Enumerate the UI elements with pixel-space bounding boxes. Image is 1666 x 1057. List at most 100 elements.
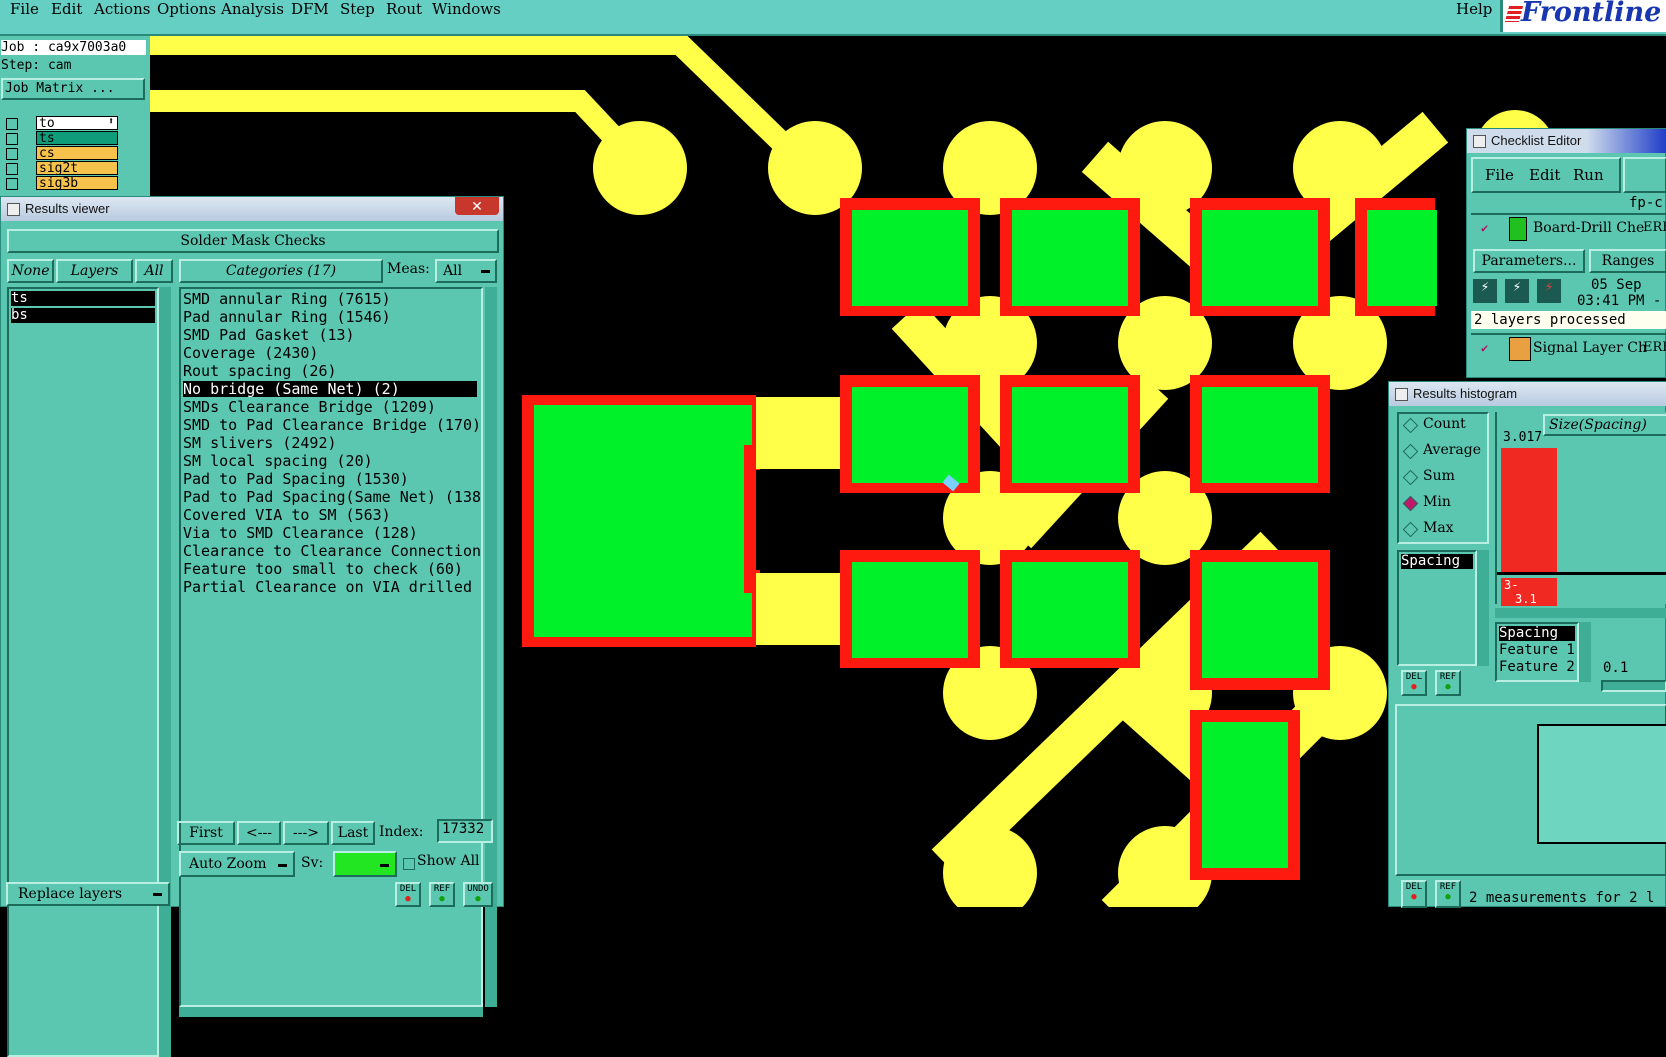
radio-min[interactable]	[1402, 495, 1419, 512]
ref-button[interactable]: REF ●	[1435, 670, 1461, 696]
auto-zoom-select[interactable]: Auto Zoom	[179, 851, 295, 877]
feature-item-1[interactable]: Feature 1	[1499, 643, 1575, 658]
layer-checkbox[interactable]	[6, 178, 18, 190]
feature-item-2[interactable]: Feature 2	[1499, 660, 1575, 675]
radio-count[interactable]	[1402, 417, 1419, 434]
layer-item[interactable]: to	[36, 116, 118, 131]
radio-sum[interactable]	[1402, 469, 1419, 486]
run-icon[interactable]: ⚡	[1473, 279, 1497, 303]
checkmark-icon[interactable]: ✔	[1481, 221, 1488, 235]
prev-button[interactable]: <---	[237, 821, 281, 845]
layer-item[interactable]: sig3b	[36, 176, 118, 191]
layer-results-list[interactable]: ts bs	[7, 287, 159, 1057]
category-item[interactable]: Pad to Pad Spacing(Same Net) (138	[183, 489, 481, 505]
categories-hscroll[interactable]	[179, 1007, 483, 1017]
brand-logo: Frontline	[1500, 0, 1666, 32]
layer-item[interactable]: ts	[36, 131, 118, 146]
layer-checkbox[interactable]	[6, 148, 18, 160]
checklist-menu-file[interactable]: File	[1485, 166, 1514, 184]
menu-windows[interactable]: Windows	[432, 0, 501, 18]
histogram-titlebar[interactable]: Results histogram	[1389, 382, 1666, 406]
checklist-item-2[interactable]: ✔ Signal Layer Ch ERF	[1471, 333, 1666, 365]
menu-help[interactable]: Help	[1456, 0, 1492, 18]
layers-button[interactable]: Layers	[56, 259, 133, 283]
category-item[interactable]: Pad to Pad Spacing (1530)	[183, 471, 409, 487]
menu-step[interactable]: Step	[340, 0, 375, 18]
histogram-chart[interactable]: Size(Spacing) 3.017 3- 3.1	[1495, 412, 1666, 606]
checklist-item-1[interactable]: ✔ Board-Drill Che ERF	[1471, 213, 1666, 245]
checklist-editor-titlebar[interactable]: Checklist Editor	[1467, 129, 1666, 153]
run-icon[interactable]: ⚡	[1537, 279, 1561, 303]
layer-item[interactable]: sig2t	[36, 161, 118, 176]
del-button[interactable]: DEL ●	[395, 882, 421, 907]
categories-button[interactable]: Categories (17)	[179, 259, 383, 283]
layer-item[interactable]: cs	[36, 146, 118, 161]
histogram-bar[interactable]	[1501, 448, 1557, 574]
category-item[interactable]: No bridge (Same Net) (2)	[183, 381, 477, 397]
del-button[interactable]: DEL ●	[1401, 670, 1427, 696]
ref-button[interactable]: REF ●	[1435, 880, 1461, 908]
index-input[interactable]: 17332	[437, 819, 493, 843]
menu-file[interactable]: File	[10, 0, 39, 18]
category-item[interactable]: Coverage (2430)	[183, 345, 318, 361]
category-item[interactable]: Rout spacing (26)	[183, 363, 337, 379]
ranges-button[interactable]: Ranges	[1589, 249, 1666, 273]
parameters-button[interactable]: Parameters...	[1473, 249, 1585, 273]
meas-select[interactable]: All	[435, 259, 497, 283]
step-slider[interactable]	[1601, 680, 1666, 692]
category-item[interactable]: SMD annular Ring (7615)	[183, 291, 391, 307]
left-scrollbar[interactable]	[159, 287, 171, 1057]
sv-color-select[interactable]	[333, 851, 397, 877]
ref-button[interactable]: REF ●	[429, 882, 455, 907]
first-button[interactable]: First	[177, 821, 235, 845]
menu-options[interactable]: Options	[157, 0, 216, 18]
checkmark-icon[interactable]: ✔	[1481, 341, 1488, 355]
menu-dfm[interactable]: DFM	[291, 0, 329, 18]
category-item[interactable]: Covered VIA to SM (563)	[183, 507, 391, 523]
category-item[interactable]: SMDs Clearance Bridge (1209)	[183, 399, 436, 415]
all-button[interactable]: All	[135, 259, 173, 283]
layer-checkbox[interactable]	[6, 133, 18, 145]
close-icon[interactable]: ✕	[455, 197, 499, 215]
category-item[interactable]: Pad annular Ring (1546)	[183, 309, 391, 325]
feature-list[interactable]: Spacing Feature 1 Feature 2	[1495, 622, 1579, 682]
list-item[interactable]: bs	[11, 308, 155, 323]
menu-actions[interactable]: Actions	[94, 0, 150, 18]
menu-analysis[interactable]: Analysis	[221, 0, 284, 18]
layer-checkbox[interactable]	[6, 118, 18, 130]
radio-average[interactable]	[1402, 443, 1419, 460]
del-button[interactable]: DEL ●	[1401, 880, 1427, 908]
category-item[interactable]: SMD Pad Gasket (13)	[183, 327, 355, 343]
none-button[interactable]: None	[7, 259, 54, 283]
histogram-hscroll[interactable]	[1495, 608, 1666, 618]
last-button[interactable]: Last	[331, 821, 375, 845]
radio-max[interactable]	[1402, 521, 1419, 538]
list-item[interactable]: ts	[11, 291, 155, 306]
show-all-checkbox[interactable]	[403, 858, 415, 870]
run-icon[interactable]: ⚡	[1505, 279, 1529, 303]
histogram-list[interactable]: Spacing	[1397, 550, 1477, 666]
category-item[interactable]: Partial Clearance on VIA drilled	[183, 579, 472, 595]
category-item[interactable]: SM local spacing (20)	[183, 453, 373, 469]
checklist-menu-edit[interactable]: Edit	[1529, 166, 1560, 184]
category-item[interactable]: Clearance to Clearance Connection	[183, 543, 481, 559]
feature-item-spacing[interactable]: Spacing	[1499, 626, 1575, 641]
job-matrix-button[interactable]: Job Matrix ...	[1, 78, 145, 100]
histogram-list-scroll[interactable]	[1477, 550, 1489, 666]
dropdown-icon	[153, 893, 162, 896]
category-item[interactable]: Feature too small to check (60)	[183, 561, 463, 577]
list-item[interactable]: Spacing	[1401, 554, 1473, 569]
checklist-menu-run[interactable]: Run	[1573, 166, 1604, 184]
category-item[interactable]: Via to SMD Clearance (128)	[183, 525, 418, 541]
del-label: DEL	[1405, 672, 1423, 682]
category-item[interactable]: SM slivers (2492)	[183, 435, 337, 451]
menu-rout[interactable]: Rout	[386, 0, 422, 18]
results-viewer-titlebar[interactable]: Results viewer ✕	[1, 197, 503, 221]
layer-checkbox[interactable]	[6, 163, 18, 175]
replace-layers-select[interactable]: Replace layers	[6, 882, 170, 906]
feature-list-scroll[interactable]	[1579, 622, 1591, 682]
menu-edit[interactable]: Edit	[51, 0, 82, 18]
category-item[interactable]: SMD to Pad Clearance Bridge (170)	[183, 417, 481, 433]
undo-button[interactable]: UNDO ●	[463, 882, 493, 907]
next-button[interactable]: --->	[283, 821, 329, 845]
